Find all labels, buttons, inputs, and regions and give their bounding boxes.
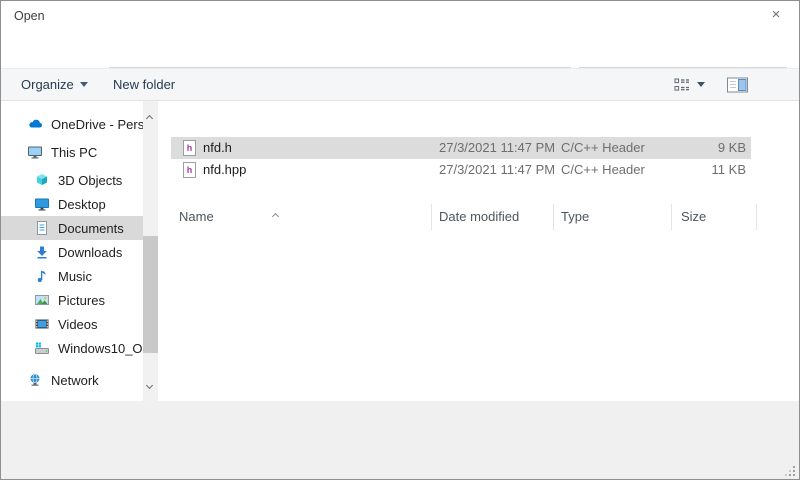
- chevron-glyph: [272, 213, 279, 220]
- document-icon: [34, 220, 50, 236]
- header-file-icon: h: [183, 140, 196, 156]
- close-icon[interactable]: ×: [765, 6, 787, 26]
- onedrive-cloud-icon: [27, 116, 43, 132]
- chevron-glyph: [146, 382, 153, 389]
- file-name: nfd.hpp: [203, 162, 246, 177]
- scroll-up-icon[interactable]: [147, 108, 152, 126]
- sidebar-item-pictures[interactable]: Pictures: [1, 288, 143, 312]
- organize-button[interactable]: Organize: [21, 69, 88, 100]
- sidebar-item-music[interactable]: Music: [1, 264, 143, 288]
- sidebar-item-label: 3D Objects: [58, 173, 122, 188]
- sidebar-item-label: Downloads: [58, 245, 122, 260]
- file-row-nfd-hpp[interactable]: h nfd.hpp 27/3/2021 11:47 PM C/C++ Heade…: [171, 159, 751, 181]
- title-bar: Open ×: [1, 1, 799, 31]
- column-header-size[interactable]: Size: [681, 209, 706, 224]
- details-view-icon: [673, 76, 691, 94]
- desktop-icon: [34, 196, 50, 212]
- preview-pane-icon: [727, 77, 748, 93]
- file-type: C/C++ Header: [561, 140, 645, 155]
- sidebar-item-label: Music: [58, 269, 92, 284]
- video-film-icon: [34, 316, 50, 332]
- sidebar-item-windows10-os[interactable]: Windows10_OS (: [1, 336, 143, 360]
- network-icon: [27, 372, 43, 388]
- cube-3d-icon: [34, 172, 50, 188]
- sidebar-item-label: Documents: [58, 221, 124, 236]
- download-arrow-icon: [34, 244, 50, 260]
- file-size: 11 KB: [671, 162, 746, 177]
- computer-icon: [27, 144, 43, 160]
- header-file-icon: h: [183, 162, 196, 178]
- new-folder-label: New folder: [113, 77, 175, 92]
- column-header-name[interactable]: Name: [179, 209, 214, 224]
- chevron-glyph: [146, 115, 153, 122]
- preview-pane-button[interactable]: [727, 69, 748, 100]
- file-type: C/C++ Header: [561, 162, 645, 177]
- sidebar-item-label: Network: [51, 373, 99, 388]
- navigation-bar: ← → ↑ « GitHub › nativefiledialog › src …: [1, 31, 799, 68]
- chevron-down-icon: [80, 82, 88, 87]
- scrollbar-thumb[interactable]: [143, 236, 158, 353]
- music-note-icon: [34, 268, 50, 284]
- dialog-footer: File name: Headers (*.h;*.hpp) Open Canc…: [1, 401, 799, 480]
- hard-drive-icon: [34, 340, 50, 356]
- command-toolbar: Organize New folder: [1, 68, 799, 101]
- open-file-dialog: Open × ← → ↑ « GitHub › nativefiledialog…: [0, 0, 800, 480]
- sidebar-item-3d-objects[interactable]: 3D Objects: [1, 168, 143, 192]
- dialog-title: Open: [14, 9, 45, 23]
- picture-icon: [34, 292, 50, 308]
- sidebar-item-label: OneDrive - Person: [51, 117, 143, 132]
- sidebar-item-label: Desktop: [58, 197, 106, 212]
- scroll-down-icon[interactable]: [147, 375, 152, 393]
- sidebar-item-label: Windows10_OS (: [58, 341, 143, 356]
- sidebar-item-desktop[interactable]: Desktop: [1, 192, 143, 216]
- sidebar-item-downloads[interactable]: Downloads: [1, 240, 143, 264]
- organize-label: Organize: [21, 77, 74, 92]
- file-date-modified: 27/3/2021 11:47 PM: [439, 162, 555, 177]
- sidebar-item-documents[interactable]: Documents: [1, 216, 143, 240]
- resize-grip[interactable]: [785, 466, 795, 476]
- sidebar-item-label: Videos: [58, 317, 98, 332]
- sidebar-item-onedrive[interactable]: OneDrive - Person: [1, 112, 143, 136]
- column-divider[interactable]: [431, 204, 432, 230]
- sidebar-item-network[interactable]: Network: [1, 368, 143, 392]
- column-divider[interactable]: [553, 204, 554, 230]
- column-header-date-modified[interactable]: Date modified: [439, 209, 519, 224]
- chevron-down-icon: [697, 82, 705, 87]
- dialog-body: OneDrive - Person This PC 3D Objects: [1, 101, 799, 401]
- column-divider[interactable]: [756, 204, 757, 230]
- sidebar-item-label: Pictures: [58, 293, 105, 308]
- file-date-modified: 27/3/2021 11:47 PM: [439, 140, 555, 155]
- column-divider[interactable]: [671, 204, 672, 230]
- file-name: nfd.h: [203, 140, 232, 155]
- file-size: 9 KB: [671, 140, 746, 155]
- sidebar-item-videos[interactable]: Videos: [1, 312, 143, 336]
- new-folder-button[interactable]: New folder: [113, 69, 175, 100]
- sidebar-item-this-pc[interactable]: This PC: [1, 140, 143, 164]
- sidebar-scrollbar[interactable]: [143, 101, 158, 401]
- sidebar-item-label: This PC: [51, 145, 97, 160]
- column-header-type[interactable]: Type: [561, 209, 589, 224]
- file-row-nfd-h[interactable]: h nfd.h 27/3/2021 11:47 PM C/C++ Header …: [171, 137, 751, 159]
- sort-ascending-icon: [273, 206, 278, 224]
- views-button[interactable]: [673, 69, 705, 100]
